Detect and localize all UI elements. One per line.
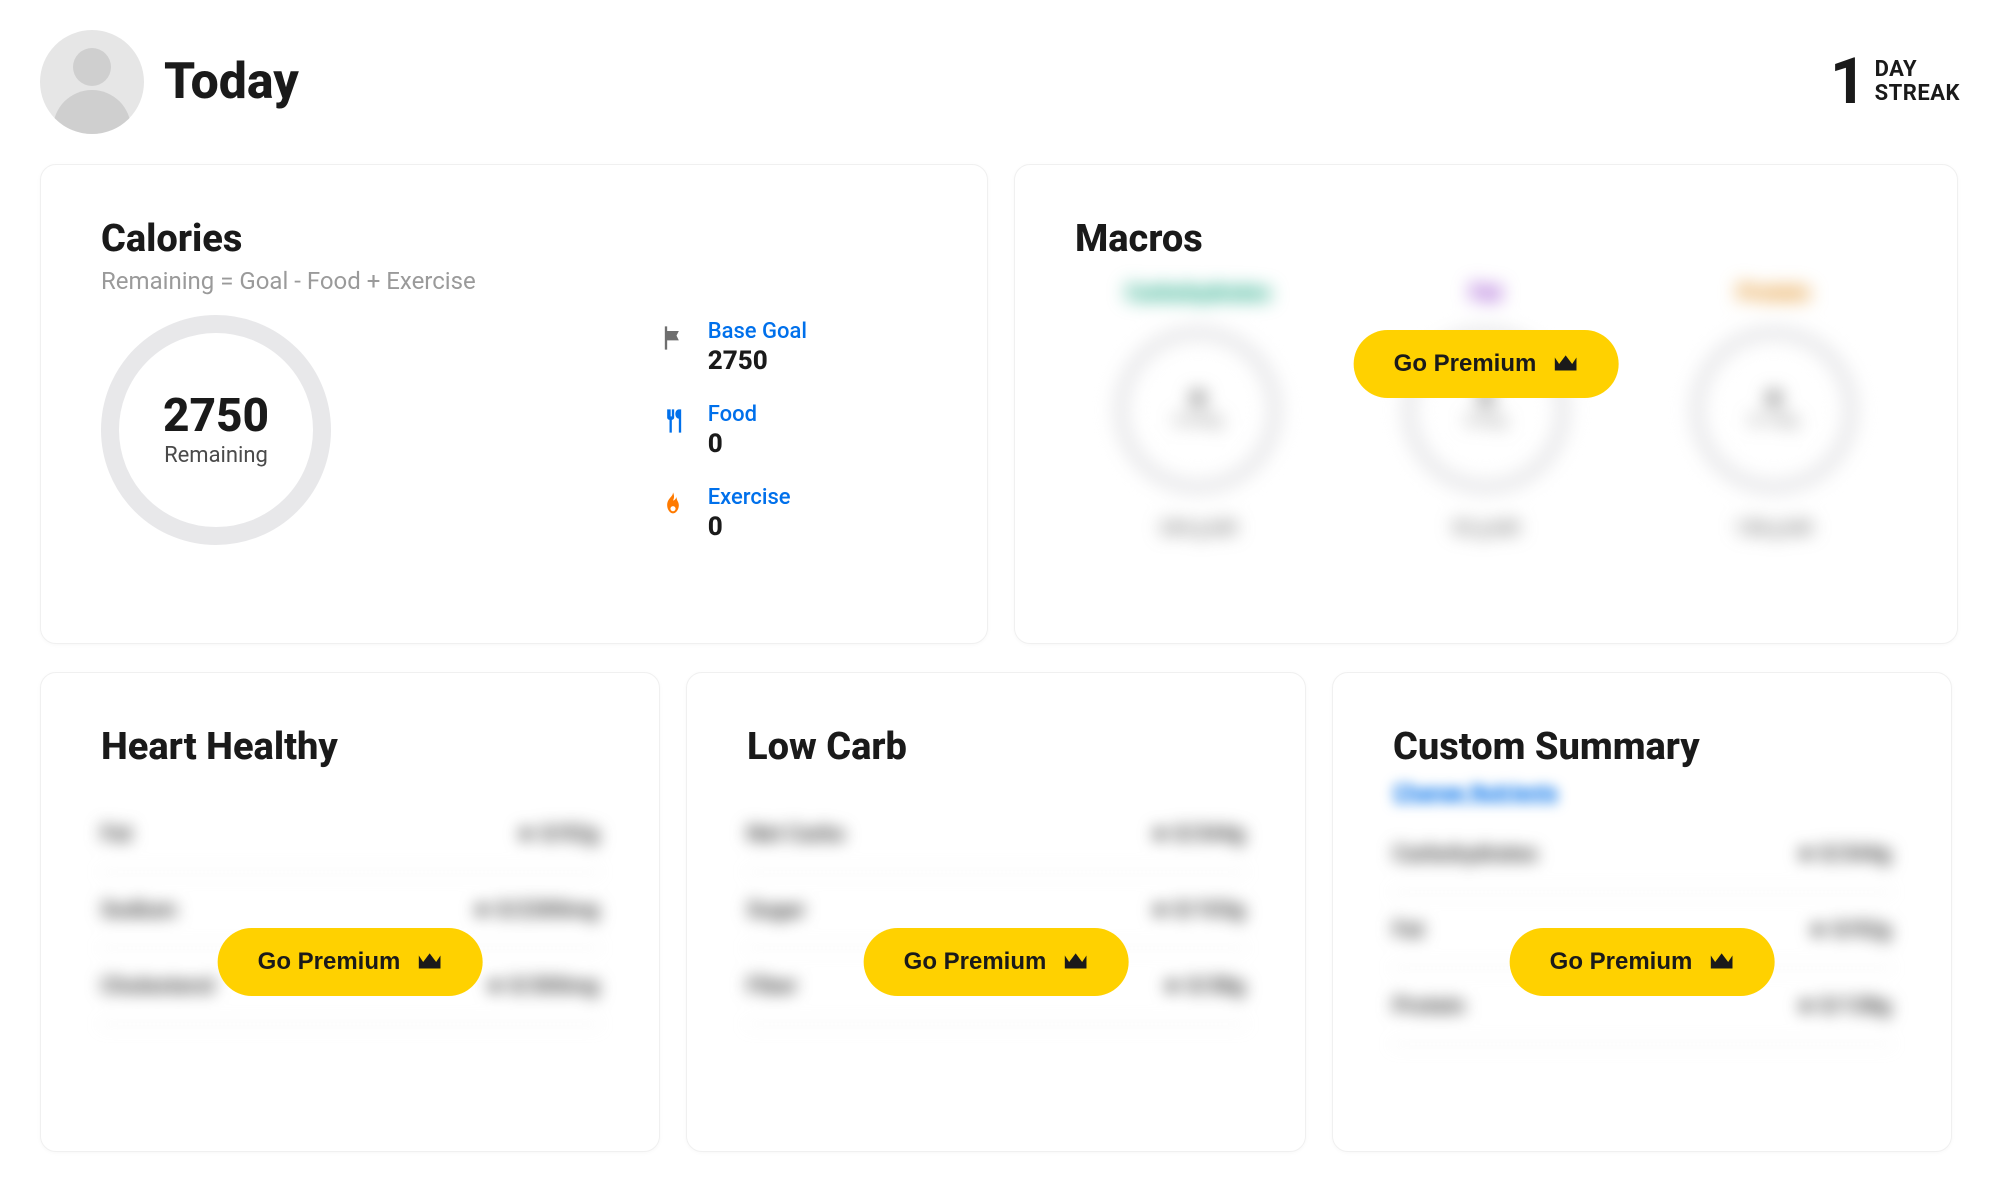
calories-subtitle: Remaining = Goal - Food + Exercise <box>101 267 927 295</box>
calories-remaining-value: 2750 <box>163 393 269 439</box>
go-premium-button-custom[interactable]: Go Premium <box>1510 928 1775 996</box>
macro-protein-ring: 0/138g <box>1690 326 1858 494</box>
nutrient-row: Fat 0/92g <box>101 797 599 873</box>
macro-carbs-title: Carbohydrates <box>1126 281 1271 306</box>
low-carb-title: Low Carb <box>747 725 1245 769</box>
low-carb-card: Low Carb Net Carbs 0/344g Sugar 0/103g F… <box>686 672 1306 1152</box>
flag-icon <box>658 323 688 353</box>
crown-icon <box>1062 951 1088 973</box>
fork-spoon-icon <box>658 406 688 436</box>
calories-stats: Base Goal 2750 Food 0 <box>658 319 807 542</box>
stat-exercise-value: 0 <box>708 512 791 542</box>
nutrient-row: Carbohydrates 0/344g <box>1393 817 1891 893</box>
nutrient-row: Net Carbs 0/344g <box>747 797 1245 873</box>
macro-fat-left: 92 g left <box>1453 518 1520 539</box>
macros-title: Macros <box>1075 217 1897 261</box>
macro-protein-title: Protein <box>1738 281 1810 306</box>
macro-carbs: Carbohydrates 0/344g 344 g left <box>1075 281 1322 539</box>
header: Today 1 DAY STREAK <box>40 20 1960 164</box>
macro-carbs-left: 344 g left <box>1160 518 1237 539</box>
streak-label-line1: DAY <box>1875 58 1960 82</box>
macros-grid-blurred: Carbohydrates 0/344g 344 g left Fat 0/92… <box>1075 281 1897 539</box>
stat-exercise-label: Exercise <box>708 485 791 510</box>
macro-fat-title: Fat <box>1471 281 1502 306</box>
calories-card: Calories Remaining = Goal - Food + Exerc… <box>40 164 988 644</box>
custom-summary-title: Custom Summary <box>1393 725 1891 769</box>
stat-food-value: 0 <box>708 429 757 459</box>
crown-icon <box>1552 353 1578 375</box>
streak-label: DAY STREAK <box>1875 58 1960 106</box>
go-premium-label: Go Premium <box>258 948 401 976</box>
calories-body: 2750 Remaining Base Goal 2750 <box>101 315 927 545</box>
streak-indicator: 1 DAY STREAK <box>1830 50 1960 114</box>
go-premium-label: Go Premium <box>904 948 1047 976</box>
stat-base-goal: Base Goal 2750 <box>658 319 807 376</box>
calories-remaining-label: Remaining <box>164 443 268 468</box>
streak-number: 1 <box>1830 50 1867 114</box>
calories-title: Calories <box>101 217 927 261</box>
change-nutrients-link[interactable]: Change Nutrients <box>1393 781 1558 805</box>
stat-base-goal-value: 2750 <box>708 346 807 376</box>
streak-label-line2: STREAK <box>1875 82 1960 106</box>
crown-icon <box>1708 951 1734 973</box>
stat-exercise: Exercise 0 <box>658 485 807 542</box>
calories-ring: 2750 Remaining <box>101 315 331 545</box>
crown-icon <box>416 951 442 973</box>
go-premium-label: Go Premium <box>1394 350 1537 378</box>
go-premium-button-heart[interactable]: Go Premium <box>218 928 483 996</box>
custom-summary-card: Custom Summary Change Nutrients Carbohyd… <box>1332 672 1952 1152</box>
stat-food: Food 0 <box>658 402 807 459</box>
heart-healthy-card: Heart Healthy Fat 0/92g Sodium 0/2300mg … <box>40 672 660 1152</box>
macro-fat: Fat 0/92g 92 g left <box>1363 281 1610 539</box>
header-left: Today <box>40 30 299 134</box>
heart-healthy-title: Heart Healthy <box>101 725 599 769</box>
macros-card: Macros Carbohydrates 0/344g 344 g left F… <box>1014 164 1958 644</box>
macro-protein: Protein 0/138g 138 g left <box>1650 281 1897 539</box>
stat-food-label: Food <box>708 402 757 427</box>
page-title: Today <box>164 53 299 111</box>
stat-base-goal-label: Base Goal <box>708 319 807 344</box>
macro-carbs-ring: 0/344g <box>1114 326 1282 494</box>
top-row: Calories Remaining = Goal - Food + Exerc… <box>40 164 1960 644</box>
macro-protein-left: 138 g left <box>1735 518 1812 539</box>
go-premium-button-lowcarb[interactable]: Go Premium <box>864 928 1129 996</box>
go-premium-label: Go Premium <box>1550 948 1693 976</box>
flame-icon <box>658 489 688 519</box>
avatar[interactable] <box>40 30 144 134</box>
go-premium-button-macros[interactable]: Go Premium <box>1354 330 1619 398</box>
bottom-row: Heart Healthy Fat 0/92g Sodium 0/2300mg … <box>40 672 1960 1152</box>
